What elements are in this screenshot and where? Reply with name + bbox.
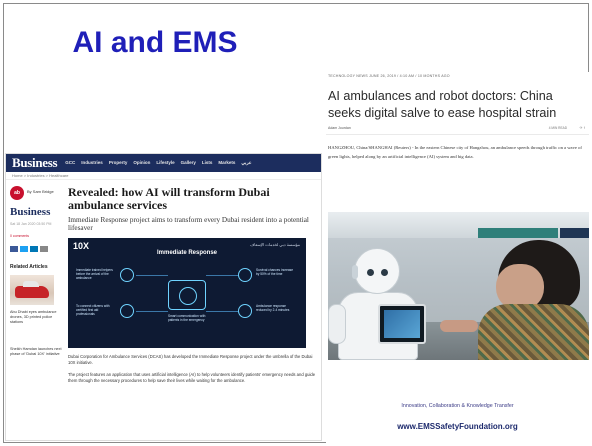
site-nav: GCC Industries Property Opinion Lifestyl…	[65, 160, 251, 166]
network-icon	[120, 304, 134, 318]
reuters-body: HANGZHOU, China/SHANGHAI (Reuters) - In …	[328, 145, 582, 159]
site-header: Business GCC Industries Property Opinion…	[6, 154, 321, 172]
nav-item[interactable]: Industries	[81, 160, 103, 166]
related-article-link[interactable]: Sheikh Hamdan launches next phase of 'Du…	[10, 347, 62, 357]
nav-item[interactable]: عربي	[241, 160, 251, 166]
article-dek: Immediate Response project aims to trans…	[68, 216, 309, 232]
robot-head	[352, 248, 400, 294]
foundation-url[interactable]: www.EMSSafetyFoundation.org	[326, 422, 589, 431]
facebook-icon[interactable]	[10, 246, 18, 252]
smartphone-icon	[168, 280, 206, 310]
dcas-logo: مؤسسة دبي لخدمات الإسعاف	[250, 242, 300, 247]
nav-item[interactable]: Property	[109, 160, 128, 166]
ab-logo: ab	[10, 186, 24, 200]
related-heading: Related Articles	[10, 264, 48, 270]
article-meta: Adam Jourdan 4 MIN READ ✈ f	[326, 125, 589, 135]
related-article-link[interactable]: Abu Dhabi eyes ambulance drones, 3D prin…	[10, 310, 62, 325]
reuters-screenshot: TECHNOLOGY NEWS JUNE 26, 2019 / 4:10 AM …	[326, 72, 589, 443]
helpers-icon	[120, 268, 134, 282]
article-section-line: TECHNOLOGY NEWS JUNE 26, 2019 / 4:10 AM …	[328, 74, 450, 78]
read-time: 4 MIN READ	[548, 126, 567, 130]
article-title: Revealed: how AI will transform Dubai am…	[68, 185, 270, 212]
article-date: Sat 18 Jan 2020 03:50 PM	[10, 222, 52, 226]
infographic-caption: Survival chances increase by 50% of the …	[256, 268, 294, 276]
article-sidebar: ab By Sam Bridge Business Sat 18 Jan 202…	[10, 186, 62, 357]
article-main: Revealed: how AI will transform Dubai am…	[68, 186, 320, 384]
site-brand: Business	[12, 155, 58, 170]
nav-item[interactable]: Markets	[218, 160, 235, 166]
article-body: Dubai Corporation for Ambulance Services…	[68, 354, 320, 384]
article-paragraph: Dubai Corporation for Ambulance Services…	[68, 354, 313, 365]
infographic: 10X مؤسسة دبي لخدمات الإسعاف Immediate R…	[68, 238, 306, 348]
robot-photo	[328, 212, 589, 360]
breadcrumb: Home > Industries > Healthcare	[6, 172, 321, 180]
ambulance-icon	[238, 304, 252, 318]
linkedin-icon[interactable]	[30, 246, 38, 252]
nav-item[interactable]: Lists	[202, 160, 213, 166]
infographic-caption: Smart communication with patients in the…	[168, 314, 206, 322]
infographic-caption: Ambulance response reduced by 2-4 minute…	[256, 304, 290, 312]
nav-item[interactable]: Opinion	[133, 160, 150, 166]
social-share	[10, 246, 62, 252]
infographic-caption: Immediate trained helpers before the arr…	[76, 268, 113, 280]
share-icons[interactable]: ✈ f	[579, 125, 585, 130]
robot-tablet	[378, 304, 426, 344]
byline: By Sam Bridge	[27, 189, 54, 194]
arabian-business-screenshot: Business GCC Industries Property Opinion…	[5, 153, 322, 441]
reuters-headline: AI ambulances and robot doctors: China s…	[328, 89, 557, 120]
article-layout: ab By Sam Bridge Business Sat 18 Jan 202…	[6, 180, 321, 440]
sidebar-brand: Business	[10, 206, 51, 218]
nav-item[interactable]: Lifestyle	[156, 160, 174, 166]
author-name[interactable]: Adam Jourdan	[328, 126, 351, 130]
foundation-tagline: Innovation, Collaboration & Knowledge Tr…	[401, 403, 514, 409]
article-paragraph: The project features an application that…	[68, 372, 316, 383]
nav-item[interactable]: GCC	[65, 160, 75, 166]
hospital-sign	[478, 228, 558, 238]
infographic-title: Immediate Response	[156, 250, 218, 256]
slide-title: AI and EMS	[72, 26, 238, 59]
slide: AI and EMS Business GCC Industries Prope…	[0, 0, 592, 446]
heart-icon	[238, 268, 252, 282]
infographic-caption: To connect citizens with certified first…	[76, 304, 110, 316]
twitter-icon[interactable]	[20, 246, 28, 252]
email-icon[interactable]	[40, 246, 48, 252]
nav-item[interactable]: Gallery	[181, 160, 196, 166]
comments-link[interactable]: 0 comments	[10, 234, 62, 238]
related-article-image[interactable]	[10, 275, 54, 305]
